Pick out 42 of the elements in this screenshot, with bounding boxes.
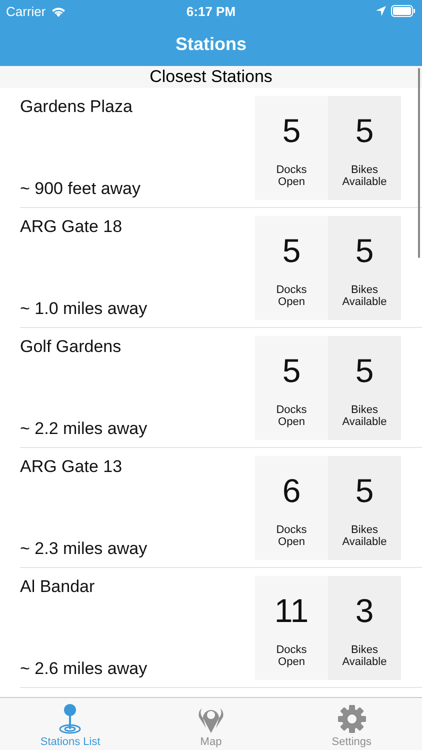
- docks-label: Docks Open: [275, 284, 308, 308]
- docks-label: Docks Open: [275, 524, 308, 548]
- station-distance: ~ 2.6 miles away: [20, 659, 148, 679]
- battery-icon: [391, 5, 416, 17]
- bikes-count: 5: [355, 472, 374, 510]
- wifi-icon: [50, 6, 66, 16]
- station-name: Golf Gardens: [20, 337, 122, 357]
- pin-icon: [58, 704, 82, 734]
- station-distance: ~ 2.3 miles away: [20, 539, 148, 559]
- docks-label: Docks Open: [275, 404, 308, 428]
- docks-label: Docks Open: [275, 644, 308, 668]
- bikes-label: Bikes Available: [341, 164, 388, 188]
- docks-count: 5: [282, 112, 301, 150]
- tab[interactable]: Stations List: [0, 698, 141, 750]
- station-name: Gardens Plaza: [20, 97, 134, 117]
- station-name: ARG Gate 18: [20, 217, 124, 237]
- location-arrow-icon: [376, 6, 386, 16]
- bikes-label: Bikes Available: [341, 404, 388, 428]
- docks-count: 5: [282, 232, 301, 270]
- docks-count: 6: [282, 472, 301, 510]
- docks-label: Docks Open: [275, 164, 308, 188]
- bikes-count: 3: [355, 592, 374, 630]
- station-name: ARG Gate 13: [20, 457, 124, 477]
- nav-title: Stations: [175, 34, 246, 54]
- station-name: Al Bandar: [20, 577, 96, 597]
- docks-count: 5: [282, 352, 301, 390]
- bikes-label: Bikes Available: [341, 524, 388, 548]
- bikes-label: Bikes Available: [341, 284, 388, 308]
- bikes-label: Bikes Available: [341, 644, 388, 668]
- bikes-count: 5: [355, 352, 374, 390]
- settings-icon: [336, 704, 367, 734]
- tab[interactable]: Map: [140, 698, 282, 750]
- tab[interactable]: Settings: [281, 698, 422, 750]
- bikes-count: 5: [355, 232, 374, 270]
- station-distance: ~ 900 feet away: [20, 179, 142, 199]
- station-distance: ~ 2.2 miles away: [20, 419, 148, 439]
- bikes-count: 5: [355, 112, 374, 150]
- status-time: 6:17 PM: [186, 4, 236, 18]
- section-header: Closest Stations: [0, 66, 422, 88]
- docks-count: 11: [274, 592, 309, 630]
- station-distance: ~ 1.0 miles away: [20, 299, 148, 319]
- carrier-label: Carrier: [6, 4, 46, 18]
